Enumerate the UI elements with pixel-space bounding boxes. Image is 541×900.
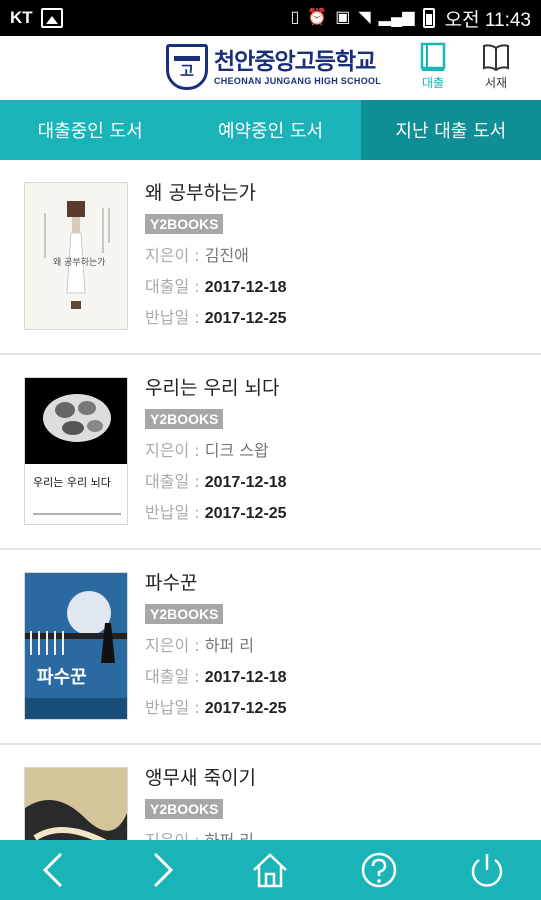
cover-title: 우리는 우리 뇌다 xyxy=(33,476,111,489)
return-date-row: 반납일 : 2017-12-25 xyxy=(145,302,287,333)
status-bar: KT ▯ ⏰ ▣ ◥ ▂▄▆ 오전 11:43 xyxy=(0,0,541,36)
loan-date-value: 2017-12-18 xyxy=(204,669,287,686)
image-notification-icon xyxy=(40,8,63,28)
return-date-row: 반납일 : 2017-12-25 xyxy=(145,692,287,723)
forward-button[interactable] xyxy=(132,840,192,900)
list-item[interactable]: 왜 공부하는가 왜 공부하는가 Y2BOOKS 지은이 : 김진애 대출일 : … xyxy=(0,160,541,355)
book-title: 앵무새 죽이기 xyxy=(145,767,256,789)
book-title: 왜 공부하는가 xyxy=(145,182,256,204)
loan-date-row: 대출일 : 2017-12-18 xyxy=(145,271,287,302)
loan-tabs: 대출중인 도서 예약중인 도서 지난 대출 도서 xyxy=(0,100,541,160)
open-book-icon xyxy=(483,44,509,72)
author-value: 김진애 xyxy=(204,246,249,265)
school-name-korean: 천안중앙고등학교 xyxy=(214,49,376,75)
emblem-char: 고 xyxy=(180,61,194,80)
author-value: 하퍼 리 xyxy=(204,636,254,655)
forward-icon xyxy=(154,852,174,888)
back-button[interactable] xyxy=(24,840,84,900)
author-row: 지은이 : 김진애 xyxy=(145,240,287,271)
publisher-tag: Y2BOOKS xyxy=(145,799,224,819)
author-label: 지은이 : xyxy=(145,831,205,840)
return-date-value: 2017-12-25 xyxy=(204,310,287,327)
signal-icon: ▂▄▆ xyxy=(378,9,415,26)
wifi-icon: ◥ xyxy=(358,9,371,26)
loan-date-value: 2017-12-18 xyxy=(204,279,287,296)
loan-date-label: 대출일 : xyxy=(145,277,205,296)
return-date-value: 2017-12-25 xyxy=(204,505,287,522)
book-cover-image xyxy=(24,767,128,840)
cover-title: 왜 공부하는가 xyxy=(53,257,106,268)
clock: 오전 11:43 xyxy=(444,9,531,31)
list-item[interactable]: 파수꾼 파수꾼 Y2BOOKS 지은이 : 하퍼 리 대출일 : 2017-12… xyxy=(0,550,541,745)
home-icon xyxy=(253,853,288,888)
bottom-nav xyxy=(0,840,541,900)
help-icon xyxy=(361,852,396,888)
power-icon xyxy=(471,854,503,887)
loan-button[interactable]: 대출 xyxy=(410,42,456,96)
publisher-tag: Y2BOOKS xyxy=(145,604,224,624)
author-value: 디크 스왑 xyxy=(204,441,269,460)
app-header: 고 천안중앙고등학교 CHEONAN JUNGANG HIGH SCHOOL 대… xyxy=(0,36,541,100)
list-item[interactable]: 우리는 우리 뇌다 우리는 우리 뇌다 Y2BOOKS 지은이 : 디크 스왑 … xyxy=(0,355,541,550)
tab-reservations[interactable]: 예약중인 도서 xyxy=(180,100,360,160)
author-row: 지은이 : 하퍼 리 xyxy=(145,630,287,661)
battery-icon xyxy=(422,8,435,28)
book-cover-image: 우리는 우리 뇌다 xyxy=(24,377,128,525)
return-date-label: 반납일 : xyxy=(145,698,205,717)
loan-date-value: 2017-12-18 xyxy=(204,474,287,491)
cover-title: 파수꾼 xyxy=(37,667,87,688)
book-title: 우리는 우리 뇌다 xyxy=(145,377,280,399)
author-label: 지은이 : xyxy=(145,441,205,460)
loan-date-row: 대출일 : 2017-12-18 xyxy=(145,661,287,692)
loan-date-label: 대출일 : xyxy=(145,667,205,686)
home-button[interactable] xyxy=(240,840,300,900)
author-row: 지은이 : 디크 스왑 xyxy=(145,435,287,466)
author-row: 지은이 : 하퍼 리 xyxy=(145,825,256,840)
alarm-icon: ⏰ xyxy=(307,9,328,26)
return-date-value: 2017-12-25 xyxy=(204,700,287,717)
shelf-button[interactable]: 서재 xyxy=(473,42,519,96)
tab-past-loans[interactable]: 지난 대출 도서 xyxy=(360,100,541,160)
shelf-label: 서재 xyxy=(484,76,508,90)
help-button[interactable] xyxy=(349,840,409,900)
book-cover-image: 파수꾼 xyxy=(24,572,128,720)
power-button[interactable] xyxy=(457,840,517,900)
carrier-label: KT xyxy=(10,8,33,27)
author-label: 지은이 : xyxy=(145,246,205,265)
book-icon xyxy=(420,42,446,71)
school-logo: 고 천안중앙고등학교 CHEONAN JUNGANG HIGH SCHOOL xyxy=(166,44,381,90)
return-date-label: 반납일 : xyxy=(145,503,205,522)
book-title: 파수꾼 xyxy=(145,572,198,594)
publisher-tag: Y2BOOKS xyxy=(145,214,224,234)
publisher-tag: Y2BOOKS xyxy=(145,409,224,429)
book-list: 왜 공부하는가 왜 공부하는가 Y2BOOKS 지은이 : 김진애 대출일 : … xyxy=(0,160,541,840)
loan-date-label: 대출일 : xyxy=(145,472,205,491)
return-date-row: 반납일 : 2017-12-25 xyxy=(145,497,287,528)
vibrate-icon: ▯ xyxy=(290,9,300,26)
author-label: 지은이 : xyxy=(145,636,205,655)
back-icon xyxy=(42,852,63,888)
loan-label: 대출 xyxy=(421,76,445,90)
loan-date-row: 대출일 : 2017-12-18 xyxy=(145,466,287,497)
school-name-english: CHEONAN JUNGANG HIGH SCHOOL xyxy=(214,76,382,86)
book-cover-image: 왜 공부하는가 xyxy=(24,182,128,330)
return-date-label: 반납일 : xyxy=(145,308,205,327)
hd-icon: ▣ xyxy=(335,9,351,26)
school-emblem-icon: 고 xyxy=(166,44,208,90)
tab-current-loans[interactable]: 대출중인 도서 xyxy=(0,100,180,160)
author-value: 하퍼 리 xyxy=(205,831,254,840)
list-item[interactable]: 앵무새 죽이기 Y2BOOKS 지은이 : 하퍼 리 xyxy=(0,745,541,840)
